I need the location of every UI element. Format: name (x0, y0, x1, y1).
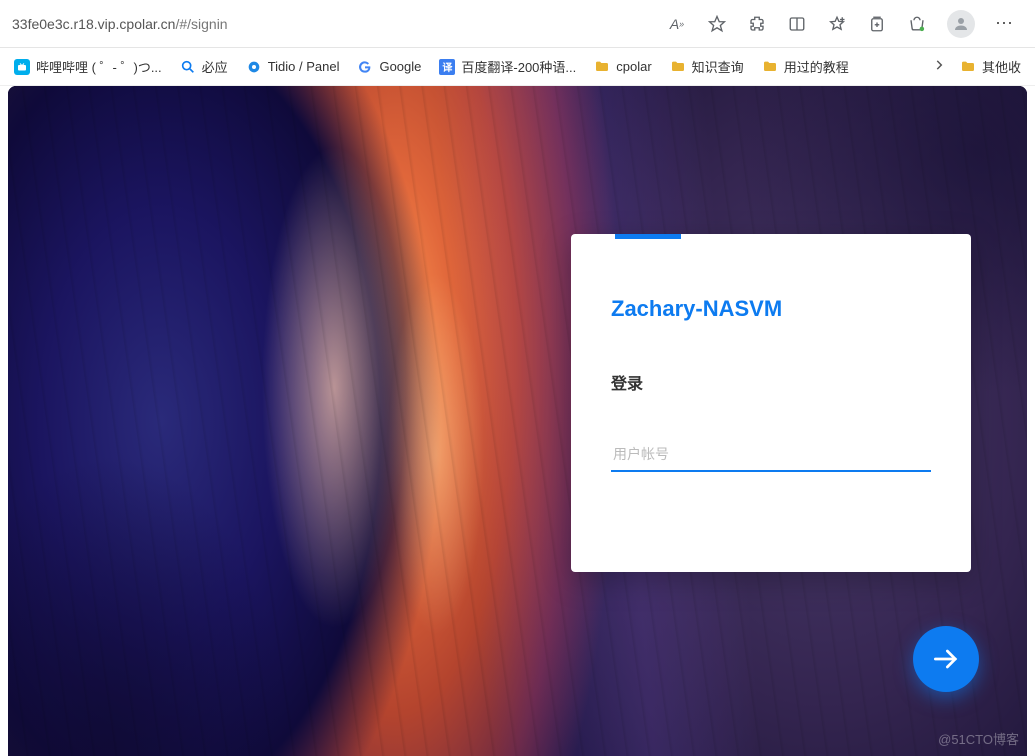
login-card: Zachary-NASVM 登录 (571, 234, 971, 572)
login-heading: 登录 (611, 370, 931, 394)
brand-title: Zachary-NASVM (611, 296, 931, 322)
bookmark-label: 必应 (202, 57, 228, 76)
bookmark-bilibili[interactable]: 哔哩哔哩 ( ゜- ゜)つ... (14, 57, 162, 76)
bilibili-icon (14, 59, 30, 75)
url-path: /#/signin (175, 16, 227, 32)
shopping-icon[interactable] (907, 14, 927, 34)
bookmark-label: 哔哩哔哩 ( ゜- ゜)つ... (36, 57, 162, 76)
bookmark-label: 用过的教程 (784, 57, 849, 76)
extensions-icon[interactable] (747, 14, 767, 34)
bookmark-tidio[interactable]: Tidio / Panel (246, 59, 340, 75)
next-button[interactable] (913, 626, 979, 692)
url-host: 33fe0e3c.r18.vip.cpolar.cn (12, 16, 175, 32)
username-field-wrap (611, 438, 931, 472)
collections-icon[interactable] (867, 14, 887, 34)
split-screen-icon[interactable] (787, 14, 807, 34)
translate-icon: 译 (439, 59, 455, 75)
address-bar-actions: A» ⋯ (667, 10, 1023, 38)
bookmark-label: Google (379, 59, 421, 74)
chevron-right-icon[interactable] (932, 58, 946, 75)
bookmarks-bar: 哔哩哔哩 ( ゜- ゜)つ... 必应 Tidio / Panel Google… (0, 48, 1035, 86)
bookmark-folder-cpolar[interactable]: cpolar (594, 59, 651, 75)
bookmark-folder-tutorials[interactable]: 用过的教程 (762, 57, 849, 76)
bookmark-google[interactable]: Google (357, 59, 421, 75)
bookmark-label: cpolar (616, 59, 651, 74)
star-icon[interactable] (707, 14, 727, 34)
search-icon (180, 59, 196, 75)
profile-avatar[interactable] (947, 10, 975, 38)
bookmark-folder-other[interactable]: 其他收 (960, 57, 1021, 76)
url-display[interactable]: 33fe0e3c.r18.vip.cpolar.cn/#/signin (12, 16, 228, 32)
google-icon (357, 59, 373, 75)
folder-icon (762, 59, 778, 75)
favorites-icon[interactable] (827, 14, 847, 34)
read-aloud-icon[interactable]: A» (667, 14, 687, 34)
folder-icon (594, 59, 610, 75)
bookmark-baidu-translate[interactable]: 译 百度翻译-200种语... (439, 57, 576, 76)
bookmark-bing[interactable]: 必应 (180, 57, 228, 76)
tidio-icon (246, 59, 262, 75)
page-background: Zachary-NASVM 登录 @51CTO博客 (8, 86, 1027, 756)
address-bar: 33fe0e3c.r18.vip.cpolar.cn/#/signin A» ⋯ (0, 0, 1035, 48)
more-menu-icon[interactable]: ⋯ (995, 13, 1015, 34)
bookmark-label: 其他收 (982, 57, 1021, 76)
bookmark-label: Tidio / Panel (268, 59, 340, 74)
username-input[interactable] (611, 438, 931, 472)
watermark: @51CTO博客 (938, 729, 1019, 748)
bookmark-folder-knowledge[interactable]: 知识查询 (670, 57, 744, 76)
bookmark-label: 知识查询 (692, 57, 744, 76)
bookmark-label: 百度翻译-200种语... (461, 57, 576, 76)
folder-icon (670, 59, 686, 75)
folder-icon (960, 59, 976, 75)
bookmarks-overflow: 其他收 (932, 57, 1021, 76)
